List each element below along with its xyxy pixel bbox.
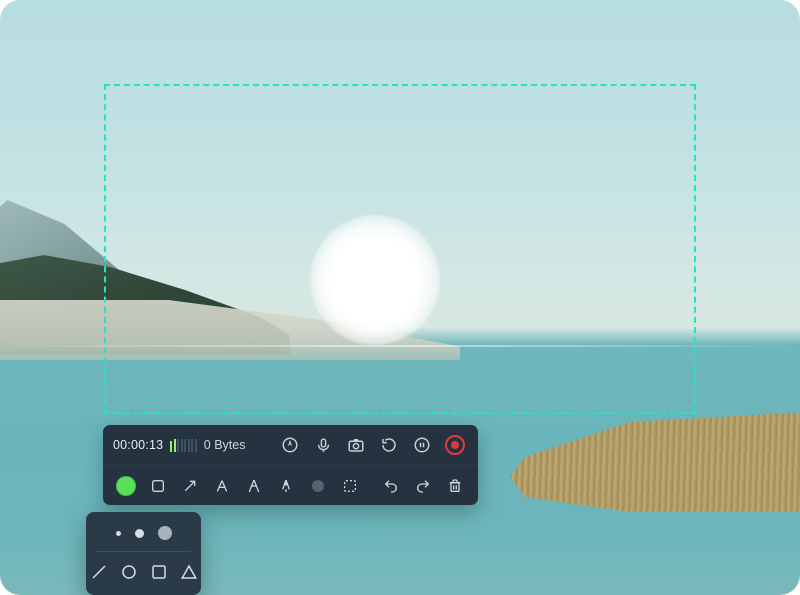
rectangle-tool-button[interactable] <box>145 473 171 499</box>
arrow-tool-button[interactable] <box>177 473 203 499</box>
color-picker-button[interactable] <box>113 473 139 499</box>
eraser-icon <box>309 477 327 495</box>
record-icon <box>445 435 465 455</box>
shape-triangle-button[interactable] <box>180 561 198 583</box>
marquee-icon <box>342 478 358 494</box>
toolbar-status-row: 00:00:13 0 Bytes <box>103 425 478 465</box>
undo-button[interactable] <box>378 473 404 499</box>
shape-size-popover <box>86 512 201 595</box>
camera-icon <box>347 436 365 454</box>
background-grass <box>510 412 800 512</box>
pen-tool-button[interactable] <box>273 473 299 499</box>
redo-button[interactable] <box>410 473 436 499</box>
text-tool-button[interactable] <box>209 473 235 499</box>
recording-timer: 00:00:13 <box>113 438 163 452</box>
marquee-tool-button[interactable] <box>337 473 363 499</box>
cursor-toggle-button[interactable] <box>277 432 303 458</box>
highlighter-tool-button[interactable] <box>241 473 267 499</box>
recorder-toolbar: 00:00:13 0 Bytes <box>103 425 478 505</box>
microphone-icon <box>315 437 332 454</box>
rectangle-icon <box>150 478 166 494</box>
pause-icon <box>413 436 431 454</box>
stroke-size-medium[interactable] <box>135 529 144 538</box>
line-icon <box>90 563 108 581</box>
restart-icon <box>380 436 398 454</box>
arrow-icon <box>182 478 198 494</box>
shape-row <box>96 559 191 585</box>
redo-icon <box>415 478 431 494</box>
cursor-icon <box>281 436 299 454</box>
background-sun <box>310 215 440 345</box>
circle-icon <box>120 563 138 581</box>
popover-separator <box>96 551 191 552</box>
microphone-toggle-button[interactable] <box>310 432 336 458</box>
shape-circle-button[interactable] <box>120 561 138 583</box>
record-button[interactable] <box>442 432 468 458</box>
trash-icon <box>447 478 463 494</box>
eraser-tool-button[interactable] <box>305 473 331 499</box>
audio-level-meter <box>170 439 197 452</box>
recording-filesize: 0 Bytes <box>204 438 246 452</box>
stroke-size-small[interactable] <box>116 531 121 536</box>
restart-button[interactable] <box>376 432 402 458</box>
triangle-icon <box>180 563 198 581</box>
pen-icon <box>278 478 294 494</box>
shape-line-button[interactable] <box>90 561 108 583</box>
pause-button[interactable] <box>409 432 435 458</box>
toolbar-tools-row <box>103 465 478 505</box>
background-horizon <box>0 345 800 347</box>
stroke-size-row <box>96 520 191 546</box>
delete-button[interactable] <box>442 473 468 499</box>
highlighter-icon <box>246 478 262 494</box>
square-icon <box>150 563 168 581</box>
stroke-size-large[interactable] <box>158 526 172 540</box>
undo-icon <box>383 478 399 494</box>
camera-toggle-button[interactable] <box>343 432 369 458</box>
shape-square-button[interactable] <box>150 561 168 583</box>
color-swatch-icon <box>116 476 136 496</box>
text-icon <box>214 478 230 494</box>
screen-recorder-scene: 00:00:13 0 Bytes <box>0 0 800 595</box>
